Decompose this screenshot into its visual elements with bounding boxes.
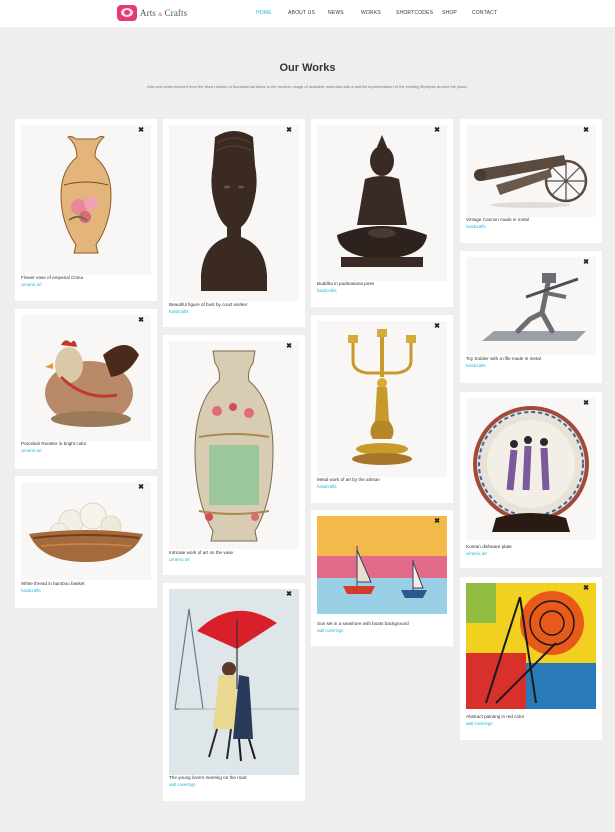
close-icon[interactable]: ✖ [433,518,441,526]
work-card[interactable]: ✖ The young lovers meeting on the road w… [163,583,305,801]
logo-text: Arts & Crafts [140,8,188,18]
work-card[interactable]: ✖ Korean dishware plate ceramic art [460,392,602,568]
painting-image[interactable] [169,589,299,775]
work-card[interactable]: ✖ Sun set in a seashore with boats backg… [311,510,453,646]
work-category[interactable]: handcrafts [317,288,337,293]
work-caption[interactable]: Buddha in padmasana pose [317,281,374,286]
header-bar: Arts & Crafts HOME ABOUT US NEWS WORKS S… [0,0,615,27]
section-intro: Arts and crafts evolved from the fixed n… [147,84,468,89]
nav-contact[interactable]: CONTACT [472,10,497,16]
tall-vase-image[interactable] [169,341,299,549]
plate-image[interactable] [466,398,596,540]
work-card[interactable]: ✖ Vintage Cannon made in metal handcraft… [460,119,602,243]
close-icon[interactable]: ✖ [433,127,441,135]
close-icon[interactable]: ✖ [285,343,293,351]
close-icon[interactable]: ✖ [582,400,590,408]
nav-about-us[interactable]: ABOUT US [288,10,315,16]
nav-news[interactable]: NEWS [328,10,344,16]
work-card[interactable]: ✖ Metal work of art by the artisan handc… [311,315,453,503]
close-icon[interactable]: ✖ [137,127,145,135]
soldier-image[interactable] [466,257,596,355]
work-card[interactable]: ✖ Buddha in padmasana pose handcrafts [311,119,453,307]
nav-shop[interactable]: SHOP [442,10,457,16]
work-caption[interactable]: Intricate work of art on the vase [169,550,233,555]
work-card[interactable]: ✖ White thread in bamboo basket handcraf… [15,476,157,608]
cannon-image[interactable] [466,125,596,217]
close-icon[interactable]: ✖ [285,127,293,135]
close-icon[interactable]: ✖ [137,317,145,325]
work-caption[interactable]: Metal work of art by the artisan [317,477,380,482]
work-category[interactable]: handcrafts [466,224,486,229]
work-caption[interactable]: Porcelain Rooster in bright color [21,441,86,446]
work-category[interactable]: wall coverings [466,721,492,726]
work-caption[interactable]: Korean dishware plate [466,544,512,549]
candlestick-image[interactable] [317,321,447,477]
work-category[interactable]: ceramic art [466,551,487,556]
rooster-image[interactable] [21,315,151,441]
work-category[interactable]: handcrafts [169,309,189,314]
work-caption[interactable]: Beautiful figure of bust by court worker [169,302,247,307]
work-category[interactable]: ceramic art [169,557,190,562]
close-icon[interactable]: ✖ [582,259,590,267]
work-caption[interactable]: White thread in bamboo basket [21,581,85,586]
logo-icon [117,5,137,21]
work-caption[interactable]: Flower vase of emperial China [21,275,83,280]
work-category[interactable]: ceramic art [21,282,42,287]
work-category[interactable]: wall coverings [317,628,343,633]
close-icon[interactable]: ✖ [433,323,441,331]
work-category[interactable]: handcrafts [21,588,41,593]
work-caption[interactable]: Toy Soldier with a rifle made in metal [466,356,541,361]
page-title: Our Works [279,62,336,74]
work-caption[interactable]: Abstract painting in red color [466,714,524,719]
work-category[interactable]: handcrafts [317,484,337,489]
work-card[interactable]: ✖ Flower vase of emperial China ceramic … [15,119,157,301]
close-icon[interactable]: ✖ [137,484,145,492]
work-card[interactable]: ✖ Toy Soldier with a rifle made in metal… [460,251,602,383]
nav-home[interactable]: HOME [256,10,272,16]
close-icon[interactable]: ✖ [582,127,590,135]
vase-image[interactable] [21,125,151,275]
work-caption[interactable]: The young lovers meeting on the road [169,775,246,780]
close-icon[interactable]: ✖ [285,591,293,599]
abstract-painting-image[interactable] [466,583,596,709]
work-caption[interactable]: Sun set in a seashore with boats backgro… [317,621,409,626]
nav-shortcodes[interactable]: SHORTCODES [396,10,433,16]
boats-painting-image[interactable] [317,516,447,614]
work-card[interactable]: ✖ Abstract painting in red color wall co… [460,577,602,740]
work-category[interactable]: wall coverings [169,782,195,787]
work-category[interactable]: ceramic art [21,448,42,453]
work-card[interactable]: ✖ Porcelain Rooster in bright color cera… [15,309,157,469]
buddha-image[interactable] [317,125,447,281]
close-icon[interactable]: ✖ [582,585,590,593]
nav-works[interactable]: WORKS [361,10,381,16]
work-caption[interactable]: Vintage Cannon made in metal [466,217,529,222]
work-card[interactable]: ✖ Beautiful figure of bust by court work… [163,119,305,327]
work-category[interactable]: handcrafts [466,363,486,368]
site-logo[interactable]: Arts & Crafts [117,4,187,22]
basket-image[interactable] [21,482,151,580]
bust-image[interactable] [169,125,299,301]
work-card[interactable]: ✖ Intricate work of art on the vase cera… [163,335,305,575]
